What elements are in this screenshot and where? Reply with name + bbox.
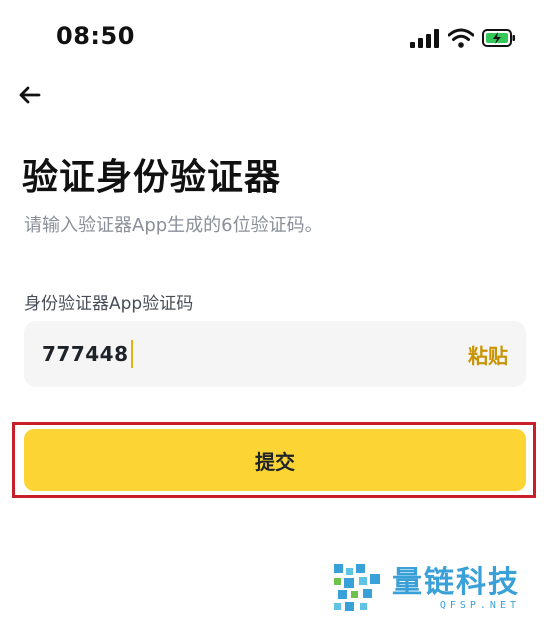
watermark-text: 量链科技 QFSP.NET xyxy=(392,566,520,612)
watermark-name: 量链科技 xyxy=(392,565,520,600)
back-arrow-icon xyxy=(17,85,41,109)
page-subtitle: 请输入验证器App生成的6位验证码。 xyxy=(24,215,323,236)
watermark-logo-icon xyxy=(330,560,384,618)
page-title: 验证身份验证器 xyxy=(22,157,282,198)
status-time: 08:50 xyxy=(56,22,135,50)
back-button[interactable] xyxy=(14,82,44,112)
authenticator-code-input[interactable]: 777448 粘贴 xyxy=(24,321,526,387)
text-caret xyxy=(130,340,133,368)
submit-button[interactable]: 提交 xyxy=(24,429,526,491)
code-value-wrapper: 777448 xyxy=(42,340,133,368)
code-value: 777448 xyxy=(42,342,129,366)
battery-charging-icon xyxy=(482,28,516,48)
watermark-domain: QFSP.NET xyxy=(439,600,520,611)
watermark: 量链科技 QFSP.NET xyxy=(330,560,520,618)
wifi-icon xyxy=(448,28,474,48)
code-field-label: 身份验证器App验证码 xyxy=(24,294,194,314)
signal-icon xyxy=(410,28,440,48)
status-icons xyxy=(410,24,516,52)
paste-button[interactable]: 粘贴 xyxy=(468,340,508,369)
